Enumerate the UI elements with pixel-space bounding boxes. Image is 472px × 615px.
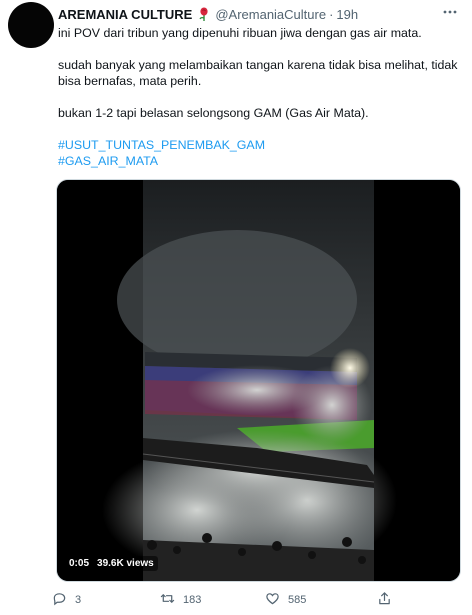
- more-icon[interactable]: [442, 4, 458, 25]
- reply-count: 3: [75, 594, 82, 606]
- retweet-icon: [160, 591, 175, 609]
- reply-button[interactable]: 3: [52, 591, 160, 609]
- avatar[interactable]: [8, 2, 54, 48]
- tweet-text-line-2: sudah banyak yang melambaikan tangan kar…: [58, 58, 458, 72]
- tweet-text-line-4: bukan 1-2 tapi belasan selongsong GAM (G…: [58, 106, 369, 120]
- tweet-text-line-1: ini POV dari tribun yang dipenuhi ribuan…: [58, 26, 422, 40]
- video-views: 39.6K views: [97, 558, 154, 569]
- retweet-button[interactable]: 183: [160, 591, 265, 609]
- share-button[interactable]: [377, 591, 392, 609]
- hashtag-link[interactable]: #GAS_AIR_MATA: [58, 153, 158, 169]
- retweet-count: 183: [183, 594, 202, 606]
- like-count: 585: [288, 594, 307, 606]
- video-player[interactable]: 0:05 39.6K views: [56, 179, 461, 582]
- share-icon: [377, 591, 392, 609]
- hashtag-link[interactable]: #USUT_TUNTAS_PENEMBAK_GAM: [58, 137, 265, 153]
- separator-dot: ·: [329, 6, 334, 22]
- like-icon: [265, 591, 280, 609]
- rose-icon: [198, 7, 210, 21]
- author-name[interactable]: AREMANIA CULTURE: [58, 7, 192, 22]
- video-timer: 0:05 39.6K views: [65, 556, 158, 571]
- video-elapsed: 0:05: [69, 558, 90, 569]
- tweet-text-line-3: bisa bernafas, mata perih.: [58, 74, 202, 88]
- video-frame: [57, 180, 460, 581]
- tweet-actions: 3 183 585: [52, 591, 412, 609]
- tweet-header: AREMANIA CULTURE @AremaniaCulture · 19h: [58, 5, 358, 23]
- like-button[interactable]: 585: [265, 591, 377, 609]
- reply-icon: [52, 591, 67, 609]
- author-handle[interactable]: @AremaniaCulture: [215, 7, 326, 22]
- timestamp[interactable]: 19h: [336, 7, 358, 22]
